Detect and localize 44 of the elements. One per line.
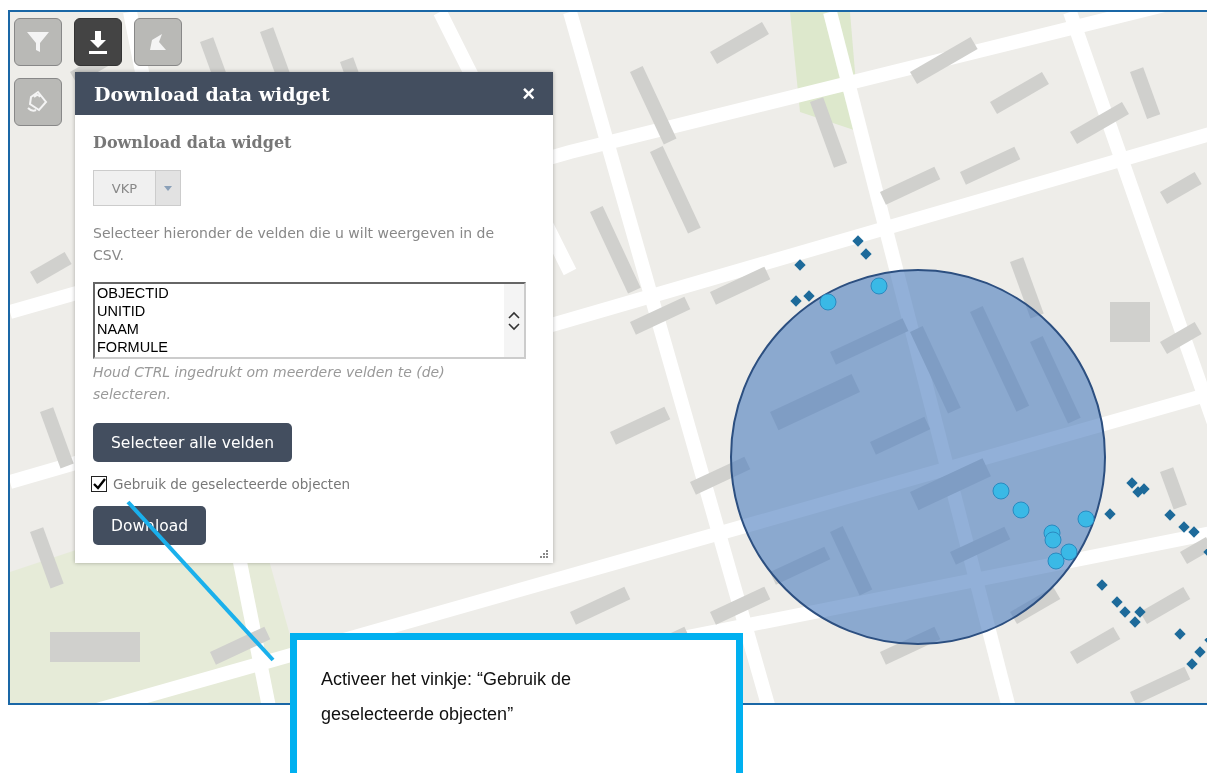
selected-point-marker [870,277,888,295]
point-marker [1134,606,1146,618]
caret-icon [164,185,172,191]
select-all-button[interactable]: Selecteer alle velden [93,423,292,462]
field-option[interactable]: NAAM [97,320,504,338]
field-option[interactable]: OBJECTID [97,284,504,302]
close-button[interactable]: × [518,80,539,107]
point-marker [1129,616,1141,628]
fields-listbox[interactable]: OBJECTID UNITID NAAM FORMULE [93,282,526,359]
selected-point-marker [1044,531,1062,549]
selected-point-marker [1012,501,1030,519]
point-marker [794,259,806,271]
field-option[interactable]: FORMULE [97,338,504,356]
checkbox[interactable] [91,476,107,492]
selected-point-marker [1077,510,1095,528]
point-marker [1096,579,1108,591]
callout-text: Activeer het vinkje: “Gebruik de geselecteerde objecten” [321,668,573,726]
resize-grip-icon[interactable] [539,549,549,559]
instruction-text: Selecteer hieronder de velden die u wilt weergeven in de CSV. [93,224,496,265]
point-marker [860,248,872,260]
point-marker [1104,508,1116,520]
point-marker [1203,546,1207,558]
point-marker [1186,658,1198,670]
field-option[interactable]: UNITID [97,302,504,320]
point-marker [1178,521,1190,533]
point-marker [1126,477,1138,489]
selected-point-marker [992,482,1010,500]
widget-title: Download data widget [94,82,330,105]
selected-point-marker [1047,552,1065,570]
selected-point-marker [1060,543,1078,561]
hint-text: Houd CTRL ingedrukt om meerdere velden te (de) selecteren. [93,363,446,404]
point-marker [1111,596,1123,608]
scroll-up-icon[interactable] [508,310,520,319]
selected-point-marker [819,293,837,311]
point-marker [790,295,802,307]
point-marker [1174,628,1186,640]
checkbox-label[interactable]: Gebruik de geselecteerde objecten [113,476,350,492]
point-marker [1119,606,1131,618]
point-marker [803,290,815,302]
point-marker [852,235,864,247]
scroll-down-icon[interactable] [508,322,520,331]
widget-heading: Download data widget [93,133,292,152]
point-marker [1132,486,1144,498]
toolbar-button[interactable] [74,18,122,66]
